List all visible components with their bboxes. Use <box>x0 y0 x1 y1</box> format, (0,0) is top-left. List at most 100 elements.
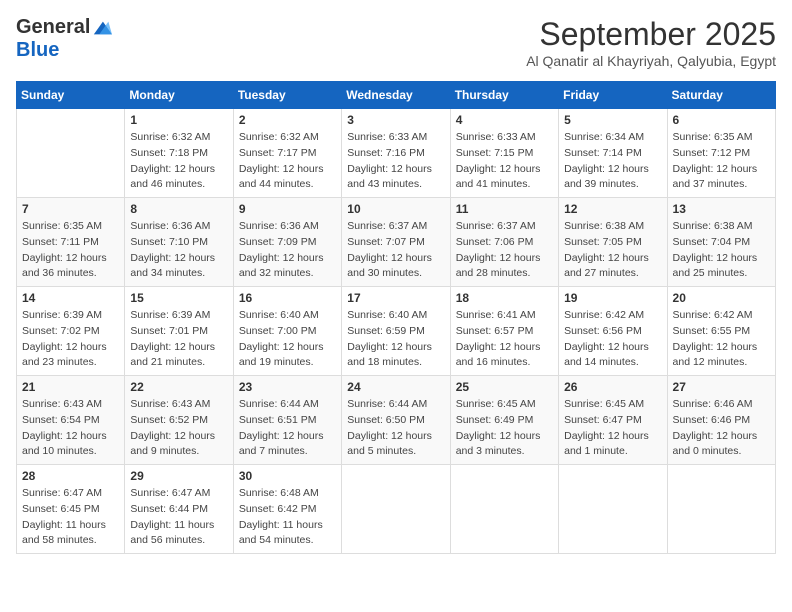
day-info: Sunrise: 6:35 AM Sunset: 7:11 PM Dayligh… <box>22 219 119 282</box>
calendar-week-row: 7 Sunrise: 6:35 AM Sunset: 7:11 PM Daylig… <box>17 198 776 287</box>
calendar-cell: 29Sunrise: 6:47 AM Sunset: 6:44 PM Dayli… <box>125 465 233 554</box>
day-info: Sunrise: 6:46 AM Sunset: 6:46 PM Dayligh… <box>673 397 770 460</box>
logo: General Blue <box>16 16 112 62</box>
day-number: 4 <box>456 113 553 127</box>
location: Al Qanatir al Khayriyah, Qalyubia, Egypt <box>526 53 776 69</box>
calendar-header: SundayMondayTuesdayWednesdayThursdayFrid… <box>17 82 776 109</box>
day-number: 20 <box>673 291 770 305</box>
calendar-cell: 6Sunrise: 6:35 AM Sunset: 7:12 PM Daylig… <box>667 109 775 198</box>
calendar: SundayMondayTuesdayWednesdayThursdayFrid… <box>16 81 776 554</box>
day-info: Sunrise: 6:39 AM Sunset: 7:02 PM Dayligh… <box>22 308 119 371</box>
weekday-header: Saturday <box>667 82 775 109</box>
calendar-cell: 21 Sunrise: 6:43 AM Sunset: 6:54 PM Dayli… <box>17 376 125 465</box>
day-info: Sunrise: 6:42 AM Sunset: 6:55 PM Dayligh… <box>673 308 770 371</box>
calendar-body: 1 Sunrise: 6:32 AM Sunset: 7:18 PM Daylig… <box>17 109 776 554</box>
calendar-cell: 25 Sunrise: 6:45 AM Sunset: 6:49 PM Dayli… <box>450 376 558 465</box>
day-info: Sunrise: 6:44 AM Sunset: 6:50 PM Dayligh… <box>347 397 444 460</box>
calendar-cell: 22Sunrise: 6:43 AM Sunset: 6:52 PM Dayli… <box>125 376 233 465</box>
calendar-cell <box>342 465 450 554</box>
calendar-cell: 18 Sunrise: 6:41 AM Sunset: 6:57 PM Dayli… <box>450 287 558 376</box>
day-info: Sunrise: 6:32 AM Sunset: 7:17 PM Dayligh… <box>239 130 336 193</box>
day-number: 12 <box>564 202 661 216</box>
calendar-cell: 20 Sunrise: 6:42 AM Sunset: 6:55 PM Dayli… <box>667 287 775 376</box>
day-info: Sunrise: 6:40 AM Sunset: 6:59 PM Dayligh… <box>347 308 444 371</box>
day-number: 28 <box>22 469 119 483</box>
weekday-header: Thursday <box>450 82 558 109</box>
page-header: General Blue September 2025 Al Qanatir a… <box>16 16 776 69</box>
day-number: 21 <box>22 380 119 394</box>
day-number: 24 <box>347 380 444 394</box>
calendar-cell: 24 Sunrise: 6:44 AM Sunset: 6:50 PM Dayli… <box>342 376 450 465</box>
day-info: Sunrise: 6:33 AM Sunset: 7:15 PM Dayligh… <box>456 130 553 193</box>
day-number: 16 <box>239 291 336 305</box>
day-info: Sunrise: 6:36 AM Sunset: 7:10 PM Dayligh… <box>130 219 227 282</box>
calendar-cell: 4 Sunrise: 6:33 AM Sunset: 7:15 PM Daylig… <box>450 109 558 198</box>
calendar-cell: 30Sunrise: 6:48 AM Sunset: 6:42 PM Dayli… <box>233 465 341 554</box>
day-info: Sunrise: 6:37 AM Sunset: 7:06 PM Dayligh… <box>456 219 553 282</box>
logo-blue: Blue <box>16 39 59 62</box>
weekday-header: Wednesday <box>342 82 450 109</box>
day-number: 14 <box>22 291 119 305</box>
day-info: Sunrise: 6:43 AM Sunset: 6:54 PM Dayligh… <box>22 397 119 460</box>
calendar-cell <box>559 465 667 554</box>
calendar-cell <box>17 109 125 198</box>
calendar-cell: 12Sunrise: 6:38 AM Sunset: 7:05 PM Dayli… <box>559 198 667 287</box>
day-info: Sunrise: 6:41 AM Sunset: 6:57 PM Dayligh… <box>456 308 553 371</box>
calendar-cell: 11 Sunrise: 6:37 AM Sunset: 7:06 PM Dayli… <box>450 198 558 287</box>
calendar-cell: 8Sunrise: 6:36 AM Sunset: 7:10 PM Daylig… <box>125 198 233 287</box>
calendar-cell: 10Sunrise: 6:37 AM Sunset: 7:07 PM Dayli… <box>342 198 450 287</box>
calendar-cell: 7 Sunrise: 6:35 AM Sunset: 7:11 PM Daylig… <box>17 198 125 287</box>
day-number: 3 <box>347 113 444 127</box>
weekday-header: Friday <box>559 82 667 109</box>
day-info: Sunrise: 6:47 AM Sunset: 6:44 PM Dayligh… <box>130 486 227 549</box>
day-number: 27 <box>673 380 770 394</box>
calendar-week-row: 21 Sunrise: 6:43 AM Sunset: 6:54 PM Dayli… <box>17 376 776 465</box>
day-info: Sunrise: 6:40 AM Sunset: 7:00 PM Dayligh… <box>239 308 336 371</box>
day-number: 17 <box>347 291 444 305</box>
day-info: Sunrise: 6:45 AM Sunset: 6:47 PM Dayligh… <box>564 397 661 460</box>
calendar-cell: 3 Sunrise: 6:33 AM Sunset: 7:16 PM Daylig… <box>342 109 450 198</box>
calendar-cell: 9Sunrise: 6:36 AM Sunset: 7:09 PM Daylig… <box>233 198 341 287</box>
calendar-week-row: 28 Sunrise: 6:47 AM Sunset: 6:45 PM Dayli… <box>17 465 776 554</box>
day-number: 18 <box>456 291 553 305</box>
calendar-cell: 23Sunrise: 6:44 AM Sunset: 6:51 PM Dayli… <box>233 376 341 465</box>
calendar-cell: 16 Sunrise: 6:40 AM Sunset: 7:00 PM Dayli… <box>233 287 341 376</box>
day-info: Sunrise: 6:32 AM Sunset: 7:18 PM Dayligh… <box>130 130 227 193</box>
day-number: 19 <box>564 291 661 305</box>
calendar-cell <box>450 465 558 554</box>
calendar-cell: 26 Sunrise: 6:45 AM Sunset: 6:47 PM Dayli… <box>559 376 667 465</box>
day-info: Sunrise: 6:33 AM Sunset: 7:16 PM Dayligh… <box>347 130 444 193</box>
day-number: 22 <box>130 380 227 394</box>
weekday-header: Monday <box>125 82 233 109</box>
day-info: Sunrise: 6:45 AM Sunset: 6:49 PM Dayligh… <box>456 397 553 460</box>
day-number: 1 <box>130 113 227 127</box>
day-number: 15 <box>130 291 227 305</box>
title-block: September 2025 Al Qanatir al Khayriyah, … <box>526 16 776 69</box>
day-number: 2 <box>239 113 336 127</box>
weekday-header: Tuesday <box>233 82 341 109</box>
day-info: Sunrise: 6:38 AM Sunset: 7:04 PM Dayligh… <box>673 219 770 282</box>
day-info: Sunrise: 6:37 AM Sunset: 7:07 PM Dayligh… <box>347 219 444 282</box>
day-info: Sunrise: 6:47 AM Sunset: 6:45 PM Dayligh… <box>22 486 119 549</box>
calendar-cell: 13Sunrise: 6:38 AM Sunset: 7:04 PM Dayli… <box>667 198 775 287</box>
calendar-week-row: 1 Sunrise: 6:32 AM Sunset: 7:18 PM Daylig… <box>17 109 776 198</box>
calendar-cell: 17 Sunrise: 6:40 AM Sunset: 6:59 PM Dayli… <box>342 287 450 376</box>
day-number: 7 <box>22 202 119 216</box>
day-info: Sunrise: 6:34 AM Sunset: 7:14 PM Dayligh… <box>564 130 661 193</box>
calendar-cell: 14 Sunrise: 6:39 AM Sunset: 7:02 PM Dayli… <box>17 287 125 376</box>
calendar-cell <box>667 465 775 554</box>
calendar-week-row: 14 Sunrise: 6:39 AM Sunset: 7:02 PM Dayli… <box>17 287 776 376</box>
day-info: Sunrise: 6:44 AM Sunset: 6:51 PM Dayligh… <box>239 397 336 460</box>
day-number: 6 <box>673 113 770 127</box>
calendar-cell: 2 Sunrise: 6:32 AM Sunset: 7:17 PM Daylig… <box>233 109 341 198</box>
day-number: 9 <box>239 202 336 216</box>
day-number: 25 <box>456 380 553 394</box>
day-info: Sunrise: 6:48 AM Sunset: 6:42 PM Dayligh… <box>239 486 336 549</box>
day-number: 26 <box>564 380 661 394</box>
weekday-header: Sunday <box>17 82 125 109</box>
day-number: 5 <box>564 113 661 127</box>
calendar-cell: 1 Sunrise: 6:32 AM Sunset: 7:18 PM Daylig… <box>125 109 233 198</box>
day-number: 11 <box>456 202 553 216</box>
month-title: September 2025 <box>526 16 776 53</box>
calendar-cell: 15Sunrise: 6:39 AM Sunset: 7:01 PM Dayli… <box>125 287 233 376</box>
